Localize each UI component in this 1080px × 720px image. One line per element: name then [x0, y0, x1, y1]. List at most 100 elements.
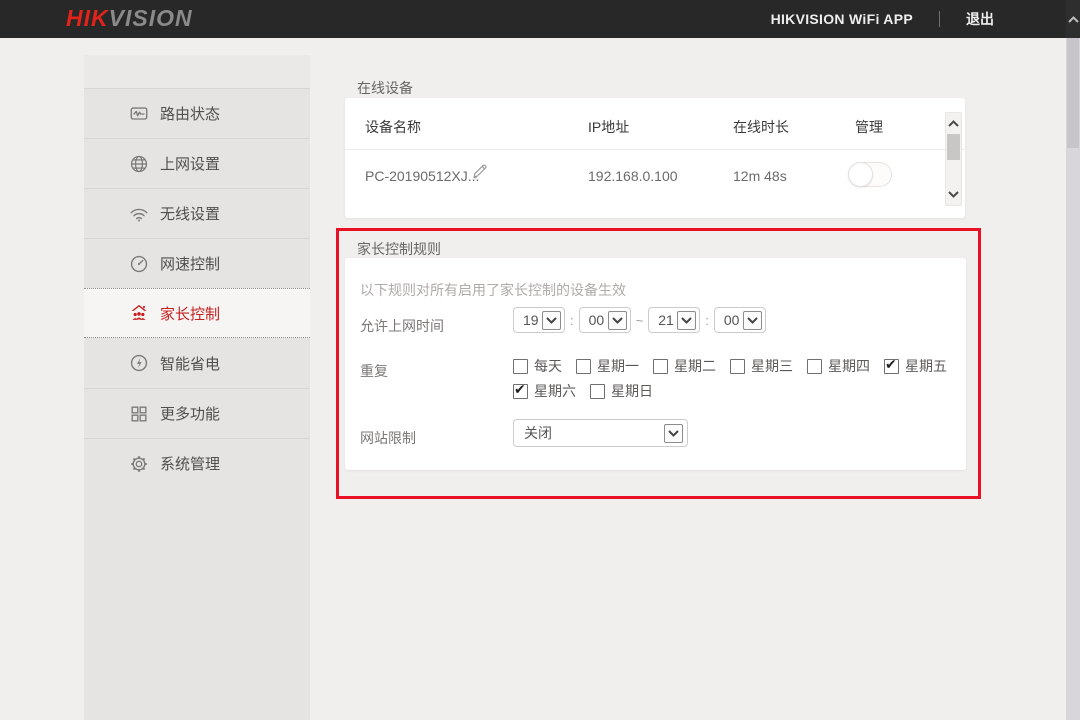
scrollbar-thumb[interactable]: [947, 134, 960, 160]
checkbox-icon: [576, 358, 591, 374]
day-checkbox-saturday[interactable]: 星期六: [513, 381, 576, 401]
day-checkbox-monday[interactable]: 星期一: [576, 356, 639, 376]
checkbox-icon: [730, 358, 745, 374]
chevron-down-icon: [664, 423, 683, 443]
scroll-up-button[interactable]: [1066, 0, 1080, 38]
power-saving-icon: [129, 353, 149, 373]
column-manage: 管理: [855, 119, 883, 135]
repeat-days-group: 每天 星期一 星期二 星期三 星期四 ✔ 星期五 ✔ 星期六 星期日: [513, 356, 947, 408]
internet-settings-icon: [129, 154, 149, 174]
logo-text-vision: VISION: [108, 5, 193, 31]
parental-control-toggle[interactable]: [848, 162, 892, 187]
day-label: 星期三: [751, 358, 793, 374]
start-hour-select[interactable]: 19: [513, 307, 565, 333]
sidebar-item-wireless-settings[interactable]: 无线设置: [84, 188, 310, 238]
end-minute-select[interactable]: 00: [713, 307, 766, 333]
days-line-1: 每天 星期一 星期二 星期三 星期四 ✔ 星期五: [513, 356, 947, 376]
router-status-icon: [129, 104, 149, 124]
sidebar-item-label: 系统管理: [160, 456, 221, 473]
sidebar-item-system-management[interactable]: 系统管理: [84, 438, 310, 488]
end-hour-select[interactable]: 21: [648, 307, 701, 333]
sidebar-item-label: 上网设置: [160, 156, 221, 173]
sidebar-item-label: 网速控制: [160, 256, 221, 273]
time-colon-separator: :: [705, 312, 709, 328]
chevron-up-icon: [1067, 15, 1079, 23]
device-ip: 192.168.0.100: [588, 168, 678, 184]
sidebar-item-more-features[interactable]: 更多功能: [84, 388, 310, 438]
checkbox-icon: [513, 381, 528, 399]
device-name: PC-20190512XJ...: [365, 168, 480, 184]
speed-control-icon: [129, 254, 149, 274]
scroll-up-button[interactable]: [948, 120, 959, 127]
logout-button[interactable]: 退出: [966, 9, 994, 29]
end-hour-value: 21: [658, 312, 674, 328]
website-restriction-label: 网站限制: [360, 430, 416, 446]
day-label: 每天: [534, 358, 562, 374]
day-checkbox-friday[interactable]: 星期五: [884, 356, 947, 376]
sidebar-item-internet-settings[interactable]: 上网设置: [84, 138, 310, 188]
day-label: 星期六: [534, 383, 576, 399]
checkbox-icon: [653, 358, 668, 374]
wireless-settings-icon: [129, 204, 149, 224]
chevron-up-icon: [948, 120, 959, 127]
hikvision-logo: HIKVISION: [66, 5, 193, 32]
day-checkbox-wednesday[interactable]: 星期三: [730, 356, 793, 376]
checkbox-icon: [884, 356, 899, 374]
day-label: 星期五: [905, 358, 947, 374]
day-label: 星期日: [611, 383, 653, 399]
time-range-separator: ~: [635, 312, 644, 328]
wifi-app-link[interactable]: HIKVISION WiFi APP: [771, 11, 913, 27]
chevron-down-icon: [742, 310, 762, 330]
devices-list-scrollbar[interactable]: [945, 112, 962, 206]
sidebar-item-label: 路由状态: [160, 106, 221, 123]
header-right-group: HIKVISION WiFi APP 退出: [771, 0, 994, 38]
website-restriction-value: 关闭: [524, 425, 552, 441]
online-devices-title: 在线设备: [357, 80, 413, 96]
sidebar-item-power-saving[interactable]: 智能省电: [84, 338, 310, 388]
sidebar-item-router-status[interactable]: 路由状态: [84, 88, 310, 138]
website-restriction-select[interactable]: 关闭: [513, 419, 688, 447]
sidebar: 路由状态 上网设置 无线设置 网速控制 家长控制 智能省电 更多功能 系统管理: [84, 55, 310, 720]
checkbox-icon: [590, 383, 605, 399]
start-minute-value: 00: [588, 312, 605, 328]
day-label: 星期二: [674, 358, 716, 374]
top-header-bar: HIKVISION HIKVISION WiFi APP 退出: [0, 0, 1080, 38]
sidebar-item-parental-control[interactable]: 家长控制: [84, 288, 310, 338]
toggle-knob: [848, 162, 873, 187]
day-checkbox-tuesday[interactable]: 星期二: [653, 356, 716, 376]
end-minute-value: 00: [723, 312, 740, 328]
chevron-down-icon: [542, 310, 561, 330]
start-hour-value: 19: [523, 312, 539, 328]
repeat-label: 重复: [360, 363, 388, 379]
more-features-icon: [129, 404, 149, 424]
allowed-time-label: 允许上网时间: [360, 318, 444, 334]
parental-control-icon: [129, 303, 149, 323]
allowed-time-controls: 19 : 00 ~ 21 : 00: [513, 307, 766, 333]
sidebar-item-speed-control[interactable]: 网速控制: [84, 238, 310, 288]
day-checkbox-sunday[interactable]: 星期日: [590, 381, 653, 401]
system-management-icon: [129, 454, 149, 474]
edit-device-name-button[interactable]: [471, 162, 489, 185]
rules-hint-text: 以下规则对所有启用了家长控制的设备生效: [360, 282, 626, 298]
day-checkbox-everyday[interactable]: 每天: [513, 356, 562, 376]
sidebar-item-label: 智能省电: [160, 355, 221, 373]
checkbox-icon: [807, 358, 822, 374]
chevron-down-icon: [677, 310, 697, 330]
checkbox-icon: [513, 358, 528, 374]
column-online-duration: 在线时长: [733, 119, 789, 135]
day-checkbox-thursday[interactable]: 星期四: [807, 356, 870, 376]
sidebar-item-label: 家长控制: [160, 305, 221, 323]
scroll-down-button[interactable]: [948, 191, 959, 198]
start-minute-select[interactable]: 00: [578, 307, 631, 333]
parental-control-highlight-box: 家长控制规则 以下规则对所有启用了家长控制的设备生效 允许上网时间 19 : 0…: [336, 228, 981, 499]
page-scrollbar[interactable]: [1066, 0, 1080, 720]
logo-text-hik: HIK: [66, 5, 109, 31]
day-label: 星期四: [828, 358, 870, 374]
scrollbar-thumb[interactable]: [1067, 38, 1079, 148]
sidebar-header-strip: [84, 55, 310, 88]
content-area: 路由状态 上网设置 无线设置 网速控制 家长控制 智能省电 更多功能 系统管理 …: [0, 38, 1066, 720]
header-divider: [939, 11, 940, 27]
parental-control-panel: 以下规则对所有启用了家长控制的设备生效 允许上网时间 19 : 00 ~ 21: [345, 258, 966, 470]
day-label: 星期一: [597, 358, 639, 374]
time-colon-separator: :: [570, 312, 574, 328]
